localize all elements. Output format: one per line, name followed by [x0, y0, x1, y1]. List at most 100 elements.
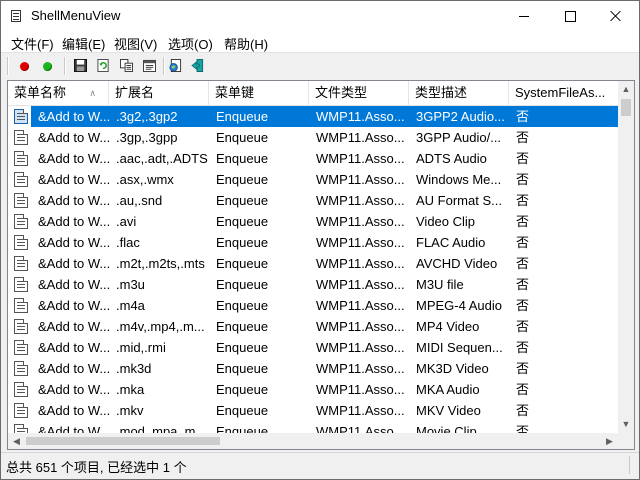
cell-extension: .flac — [116, 235, 140, 250]
menu-items-list[interactable]: 菜单名称 ∧ 扩展名 菜单键 文件类型 类型描述 SystemFileAs...… — [7, 80, 635, 450]
cell-type-description: FLAC Audio — [416, 235, 486, 250]
table-row[interactable]: &Add to W... .m2t,.m2ts,.mts Enqueue WMP11.… — [8, 253, 618, 274]
table-row[interactable]: &Add to W... .asx,.wmx Enqueue WMP11.Asso..… — [8, 169, 618, 190]
column-header-label: 菜单键 — [215, 85, 255, 100]
exit-button[interactable] — [189, 57, 207, 75]
cell-file-type: WMP11.Asso... — [316, 172, 405, 187]
menu-item-icon — [14, 193, 28, 208]
cell-system-file-association: 否 — [516, 109, 530, 124]
table-row[interactable]: &Add to W... .avi Enqueue WMP11.Asso... Vide… — [8, 211, 618, 232]
menu-view[interactable]: 视图(V) — [112, 34, 159, 53]
cell-system-file-association: 否 — [516, 214, 530, 229]
exit-icon — [191, 59, 204, 72]
scroll-up-arrow-icon[interactable]: ▲ — [618, 81, 634, 98]
scroll-right-arrow-icon[interactable]: ▶ — [601, 433, 618, 449]
cell-file-type: WMP11.Asso... — [316, 361, 405, 376]
vertical-scroll-thumb[interactable] — [621, 99, 631, 116]
properties-button[interactable] — [141, 57, 159, 75]
menu-item-icon — [14, 130, 28, 145]
column-header-label: 类型描述 — [415, 85, 468, 100]
cell-type-description: ADTS Audio — [416, 151, 487, 166]
horizontal-scrollbar[interactable]: ◀ ▶ — [8, 433, 618, 449]
menu-item-icon — [14, 424, 28, 433]
cell-type-description: MPEG-4 Audio — [416, 298, 502, 313]
table-row[interactable]: &Add to W... .mka Enqueue WMP11.Asso... MKA … — [8, 379, 618, 400]
save-button[interactable] — [72, 57, 90, 75]
menu-help[interactable]: 帮助(H) — [222, 34, 270, 53]
table-row[interactable]: &Add to W... .m3u Enqueue WMP11.Asso... M3U … — [8, 274, 618, 295]
column-header-file-type[interactable]: 文件类型 — [309, 81, 409, 105]
cell-type-description: MIDI Sequen... — [416, 340, 503, 355]
menu-item-icon — [14, 214, 28, 229]
menu-file[interactable]: 文件(F) — [9, 34, 56, 53]
menu-item-icon — [14, 277, 28, 292]
table-row[interactable]: &Add to W... .mkv Enqueue WMP11.Asso... MKV … — [8, 400, 618, 421]
cell-menu-name: &Add to W... — [38, 193, 111, 208]
column-header-menu-key[interactable]: 菜单键 — [209, 81, 309, 105]
cell-system-file-association: 否 — [516, 256, 530, 271]
cell-type-description: Movie Clip — [416, 424, 477, 433]
menu-item-icon — [14, 235, 28, 250]
close-button[interactable] — [593, 1, 639, 31]
cell-menu-key: Enqueue — [216, 130, 269, 145]
enable-items-button[interactable] — [38, 57, 56, 75]
cell-menu-key: Enqueue — [216, 193, 269, 208]
cell-menu-key: Enqueue — [216, 109, 269, 124]
table-row[interactable]: &Add to W... .m4a Enqueue WMP11.Asso... MPEG… — [8, 295, 618, 316]
scroll-down-arrow-icon[interactable]: ▼ — [618, 416, 634, 433]
table-row[interactable]: &Add to W... .mid,.rmi Enqueue WMP11.Asso..… — [8, 337, 618, 358]
status-text: 总共 651 个项目, 已经选中 1 个 — [6, 460, 187, 475]
cell-menu-name: &Add to W... — [38, 151, 111, 166]
cell-menu-key: Enqueue — [216, 256, 269, 271]
cell-menu-name: &Add to W... — [38, 256, 111, 271]
title-bar[interactable]: ShellMenuView — [1, 1, 639, 31]
cell-file-type: WMP11.Asso... — [316, 277, 405, 292]
vertical-scrollbar[interactable]: ▲ ▼ — [618, 81, 634, 433]
cell-extension: .m4v,.mp4,.m... — [116, 319, 205, 334]
cell-system-file-association: 否 — [516, 298, 530, 313]
table-row[interactable]: &Add to W... .m4v,.mp4,.m... Enqueue WMP11.… — [8, 316, 618, 337]
cell-extension: .asx,.wmx — [116, 172, 174, 187]
cell-extension: .m2t,.m2ts,.mts — [116, 256, 205, 271]
column-header-type-description[interactable]: 类型描述 — [409, 81, 509, 105]
menu-edit[interactable]: 编辑(E) — [60, 34, 107, 53]
column-header-system-file-association[interactable]: SystemFileAs... — [509, 81, 618, 105]
cell-menu-name: &Add to W... — [38, 172, 111, 187]
maximize-button[interactable] — [547, 1, 593, 31]
copy-button[interactable] — [118, 57, 136, 75]
html-report-button[interactable] — [167, 57, 185, 75]
cell-system-file-association: 否 — [516, 277, 530, 292]
column-header-label: SystemFileAs... — [515, 85, 606, 100]
cell-extension: .mkv — [116, 403, 144, 418]
cell-file-type: WMP11.Asso... — [316, 235, 405, 250]
cell-menu-key: Enqueue — [216, 361, 269, 376]
table-row[interactable]: &Add to W... .3g2,.3gp2 Enqueue WMP11.Asso.… — [8, 106, 618, 127]
list-rows: &Add to W... .3g2,.3gp2 Enqueue WMP11.Asso.… — [8, 106, 618, 433]
horizontal-scroll-thumb[interactable] — [26, 437, 220, 445]
cell-type-description: MP4 Video — [416, 319, 480, 334]
table-row[interactable]: &Add to W... .mod,.mpa,.m... Enqueue WMP11.… — [8, 421, 618, 433]
cell-system-file-association: 否 — [516, 403, 530, 418]
sort-ascending-icon: ∧ — [89, 88, 96, 98]
table-row[interactable]: &Add to W... .mk3d Enqueue WMP11.Asso... MK3… — [8, 358, 618, 379]
cell-type-description: Windows Me... — [416, 172, 502, 187]
cell-system-file-association: 否 — [516, 340, 530, 355]
column-header-menu-name[interactable]: 菜单名称 ∧ — [8, 81, 109, 105]
menu-item-icon — [14, 403, 28, 418]
table-row[interactable]: &Add to W... .flac Enqueue WMP11.Asso... FLA… — [8, 232, 618, 253]
cell-type-description: AVCHD Video — [416, 256, 498, 271]
table-row[interactable]: &Add to W... .aac,.adt,.ADTS Enqueue WMP11.… — [8, 148, 618, 169]
table-row[interactable]: &Add to W... .3gp,.3gpp Enqueue WMP11.Asso.… — [8, 127, 618, 148]
cell-system-file-association: 否 — [516, 361, 530, 376]
minimize-button[interactable] — [501, 1, 547, 31]
cell-system-file-association: 否 — [516, 193, 530, 208]
menu-options[interactable]: 选项(O) — [166, 34, 215, 53]
column-header-label: 文件类型 — [315, 85, 368, 100]
menu-item-icon — [14, 340, 28, 355]
table-row[interactable]: &Add to W... .au,.snd Enqueue WMP11.Asso...… — [8, 190, 618, 211]
menu-item-icon — [14, 298, 28, 313]
refresh-button[interactable] — [95, 57, 113, 75]
column-header-extension[interactable]: 扩展名 — [109, 81, 209, 105]
scroll-left-arrow-icon[interactable]: ◀ — [8, 433, 25, 449]
disable-items-button[interactable] — [15, 57, 33, 75]
